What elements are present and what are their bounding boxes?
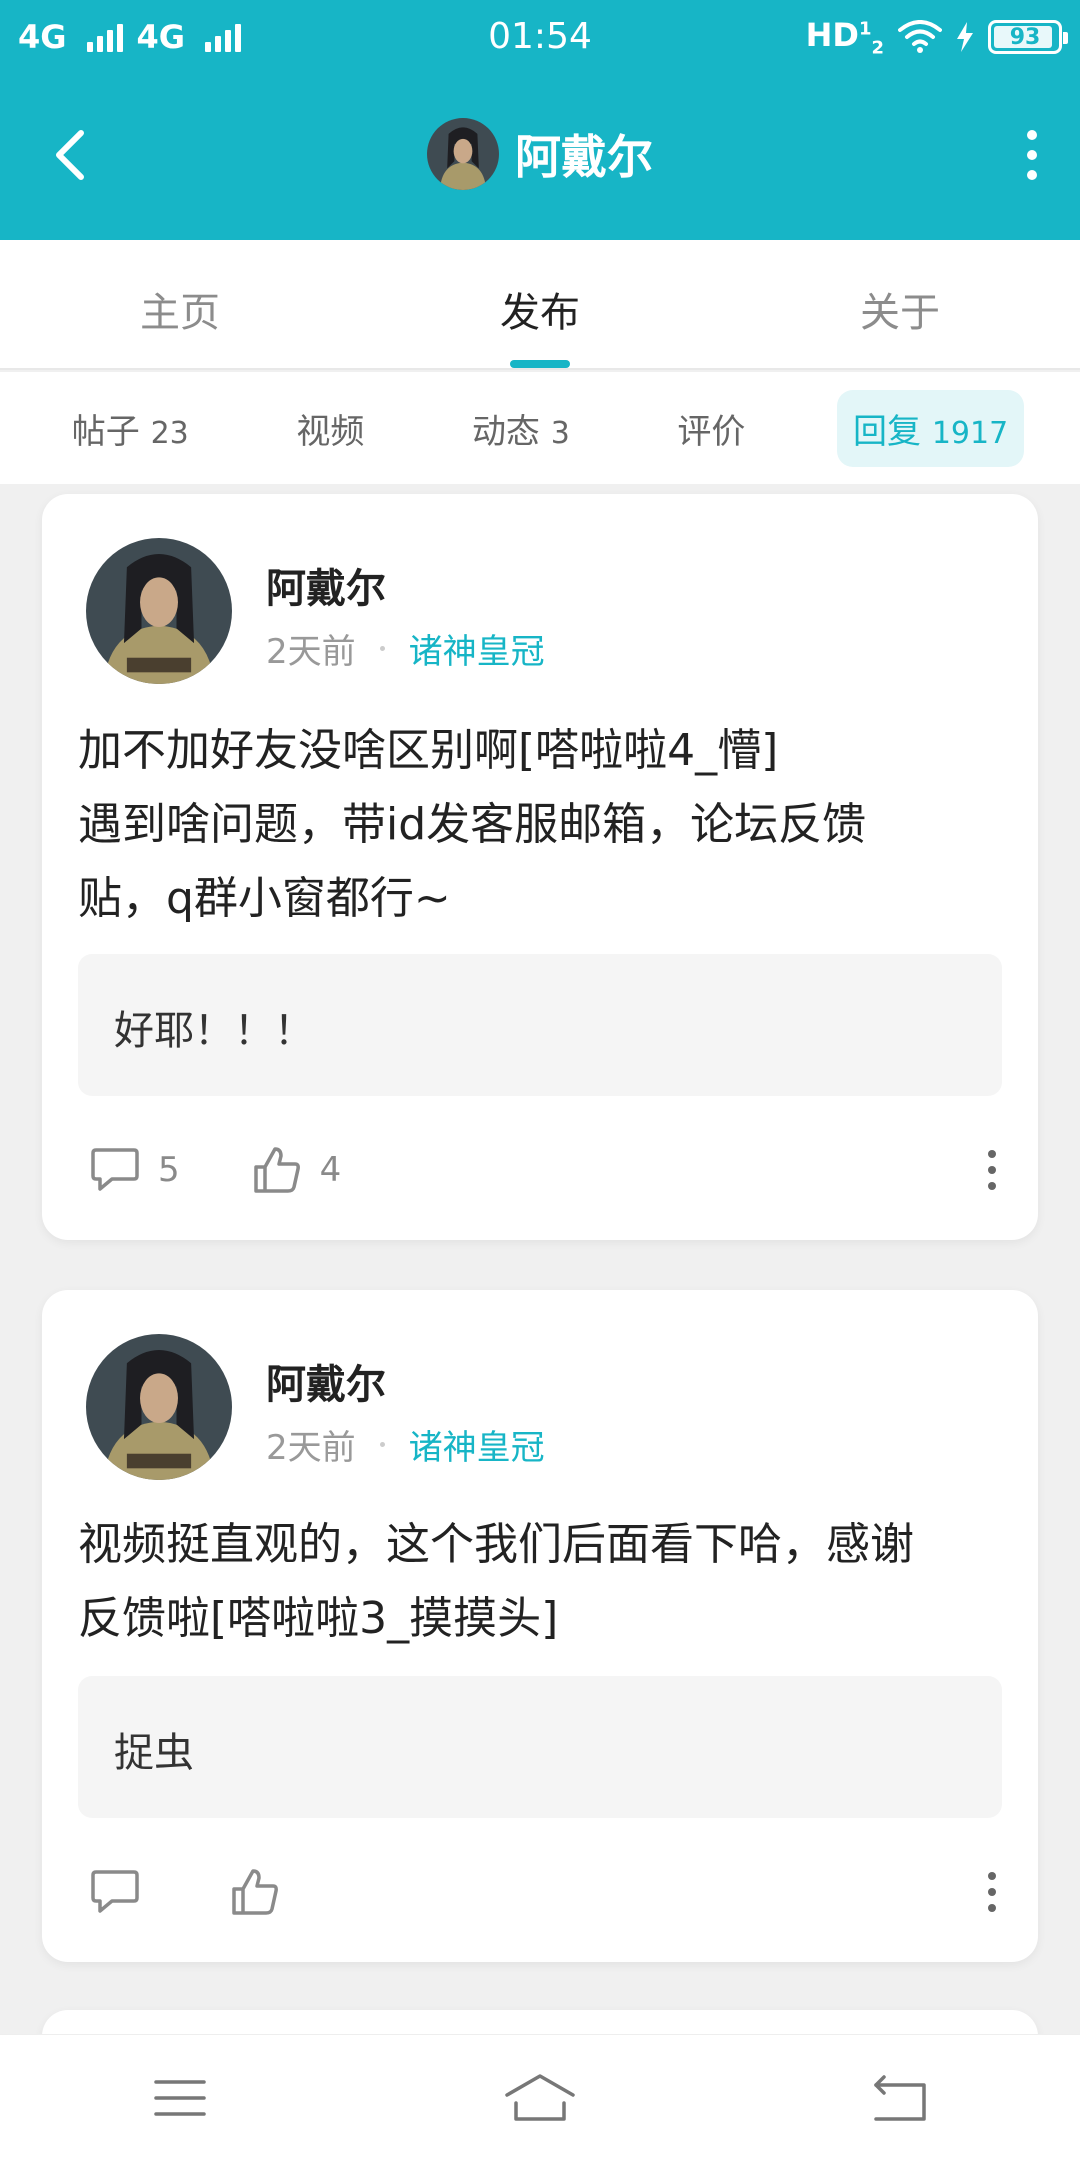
subtab-moments[interactable]: 动态 3 <box>456 390 586 467</box>
battery-level: 93 <box>1009 24 1041 50</box>
reply-text-line: 遇到啥问题，带id发客服邮箱，论坛反馈 <box>78 799 867 850</box>
forum-link[interactable]: 诸神皇冠 <box>409 1420 545 1469</box>
reply-text-line: 视频挺直观的，这个我们后面看下哈，感谢 <box>78 1519 914 1570</box>
status-bar: 4G 4G 01:54 HD12 93 <box>0 0 1080 76</box>
comment-button[interactable]: 5 <box>90 1146 180 1194</box>
more-vertical-icon[interactable] <box>982 1872 1002 1912</box>
quoted-post[interactable]: 捉虫 <box>78 1676 1002 1818</box>
forum-link[interactable]: 诸神皇冠 <box>409 624 545 673</box>
reply-text-line: 反馈啦[嗒啦啦3_摸摸头] <box>78 1593 559 1644</box>
hd-indicator: HD12 <box>805 16 884 59</box>
tab-home[interactable]: 主页 <box>0 240 360 368</box>
avatar[interactable] <box>86 1334 232 1480</box>
quoted-text: 捉虫 <box>114 1730 194 1776</box>
wifi-icon <box>898 20 942 54</box>
thumbs-up-icon <box>253 1147 300 1193</box>
reply-card[interactable]: 阿戴尔 2天前 诸神皇冠 加不加好友没啥区别啊[嗒啦啦4_懵] 遇到啥问题，带i… <box>42 494 1038 1240</box>
charging-bolt-icon <box>957 22 973 53</box>
comment-button[interactable] <box>90 1868 158 1916</box>
more-vertical-icon[interactable] <box>1022 130 1042 180</box>
subtab-posts[interactable]: 帖子 23 <box>56 390 205 467</box>
menu-button[interactable] <box>130 2058 230 2138</box>
return-icon <box>874 2074 926 2121</box>
system-nav-bar <box>0 2034 1080 2160</box>
like-button[interactable]: 4 <box>252 1145 342 1195</box>
more-vertical-icon[interactable] <box>982 1150 1002 1190</box>
top-bar: 4G 4G 01:54 HD12 93 阿戴尔 <box>0 0 1080 240</box>
reply-text-line: 贴，q群小窗都行~ <box>78 873 451 924</box>
like-button[interactable] <box>230 1867 298 1917</box>
active-tab-indicator <box>510 360 570 368</box>
author-name[interactable]: 阿戴尔 <box>266 556 386 614</box>
comment-icon <box>91 1148 139 1191</box>
quoted-post[interactable]: 好耶！！！ <box>78 954 1002 1096</box>
header-title-group: 阿戴尔 <box>0 118 1080 190</box>
main-tabs: 主页 发布 关于 <box>0 240 1080 370</box>
home-button[interactable] <box>490 2058 590 2138</box>
home-icon <box>505 2073 575 2121</box>
avatar[interactable] <box>86 538 232 684</box>
reply-text: 加不加好友没啥区别啊[嗒啦啦4_懵] 遇到啥问题，带id发客服邮箱，论坛反馈 贴… <box>78 714 1002 936</box>
return-button[interactable] <box>850 2058 950 2138</box>
avatar[interactable] <box>427 118 499 190</box>
status-right: HD12 93 <box>805 16 1068 59</box>
post-meta: 2天前 诸神皇冠 <box>266 1420 545 1469</box>
battery-icon: 93 <box>988 20 1068 55</box>
reply-text: 视频挺直观的，这个我们后面看下哈，感谢 反馈啦[嗒啦啦3_摸摸头] <box>78 1508 1002 1656</box>
subtab-videos[interactable]: 视频 <box>280 390 380 467</box>
subtab-reviews[interactable]: 评价 <box>661 390 761 467</box>
like-count: 4 <box>319 1150 342 1190</box>
comment-icon <box>91 1870 139 1913</box>
sub-tabs: 帖子 23 视频 动态 3 评价 回复 1917 <box>0 372 1080 484</box>
author-name[interactable]: 阿戴尔 <box>266 1352 386 1410</box>
separator-dot <box>379 646 385 651</box>
post-meta: 2天前 诸神皇冠 <box>266 624 545 673</box>
page-title: 阿戴尔 <box>515 130 653 184</box>
app-screen: 4G 4G 01:54 HD12 93 阿戴尔 主页 发布 关于 帖子 23 视… <box>0 0 1080 2160</box>
tab-posts[interactable]: 发布 <box>360 240 720 368</box>
post-time: 2天前 <box>266 1428 356 1468</box>
post-time: 2天前 <box>266 632 356 672</box>
subtab-replies[interactable]: 回复 1917 <box>837 389 1025 467</box>
tab-about[interactable]: 关于 <box>720 240 1080 368</box>
profile-header: 阿戴尔 <box>0 100 1080 210</box>
thumbs-up-icon <box>232 1869 278 1915</box>
reply-text-line: 加不加好友没啥区别啊[嗒啦啦4_懵] <box>78 725 779 776</box>
quoted-text: 好耶！！！ <box>114 1008 314 1054</box>
reply-card[interactable]: 阿戴尔 2天前 诸神皇冠 视频挺直观的，这个我们后面看下哈，感谢 反馈啦[嗒啦啦… <box>42 1290 1038 1962</box>
separator-dot <box>379 1442 385 1447</box>
card-actions <box>90 1862 1002 1922</box>
card-actions: 5 4 <box>90 1140 1002 1200</box>
menu-icon <box>154 2079 206 2116</box>
comment-count: 5 <box>158 1150 180 1190</box>
